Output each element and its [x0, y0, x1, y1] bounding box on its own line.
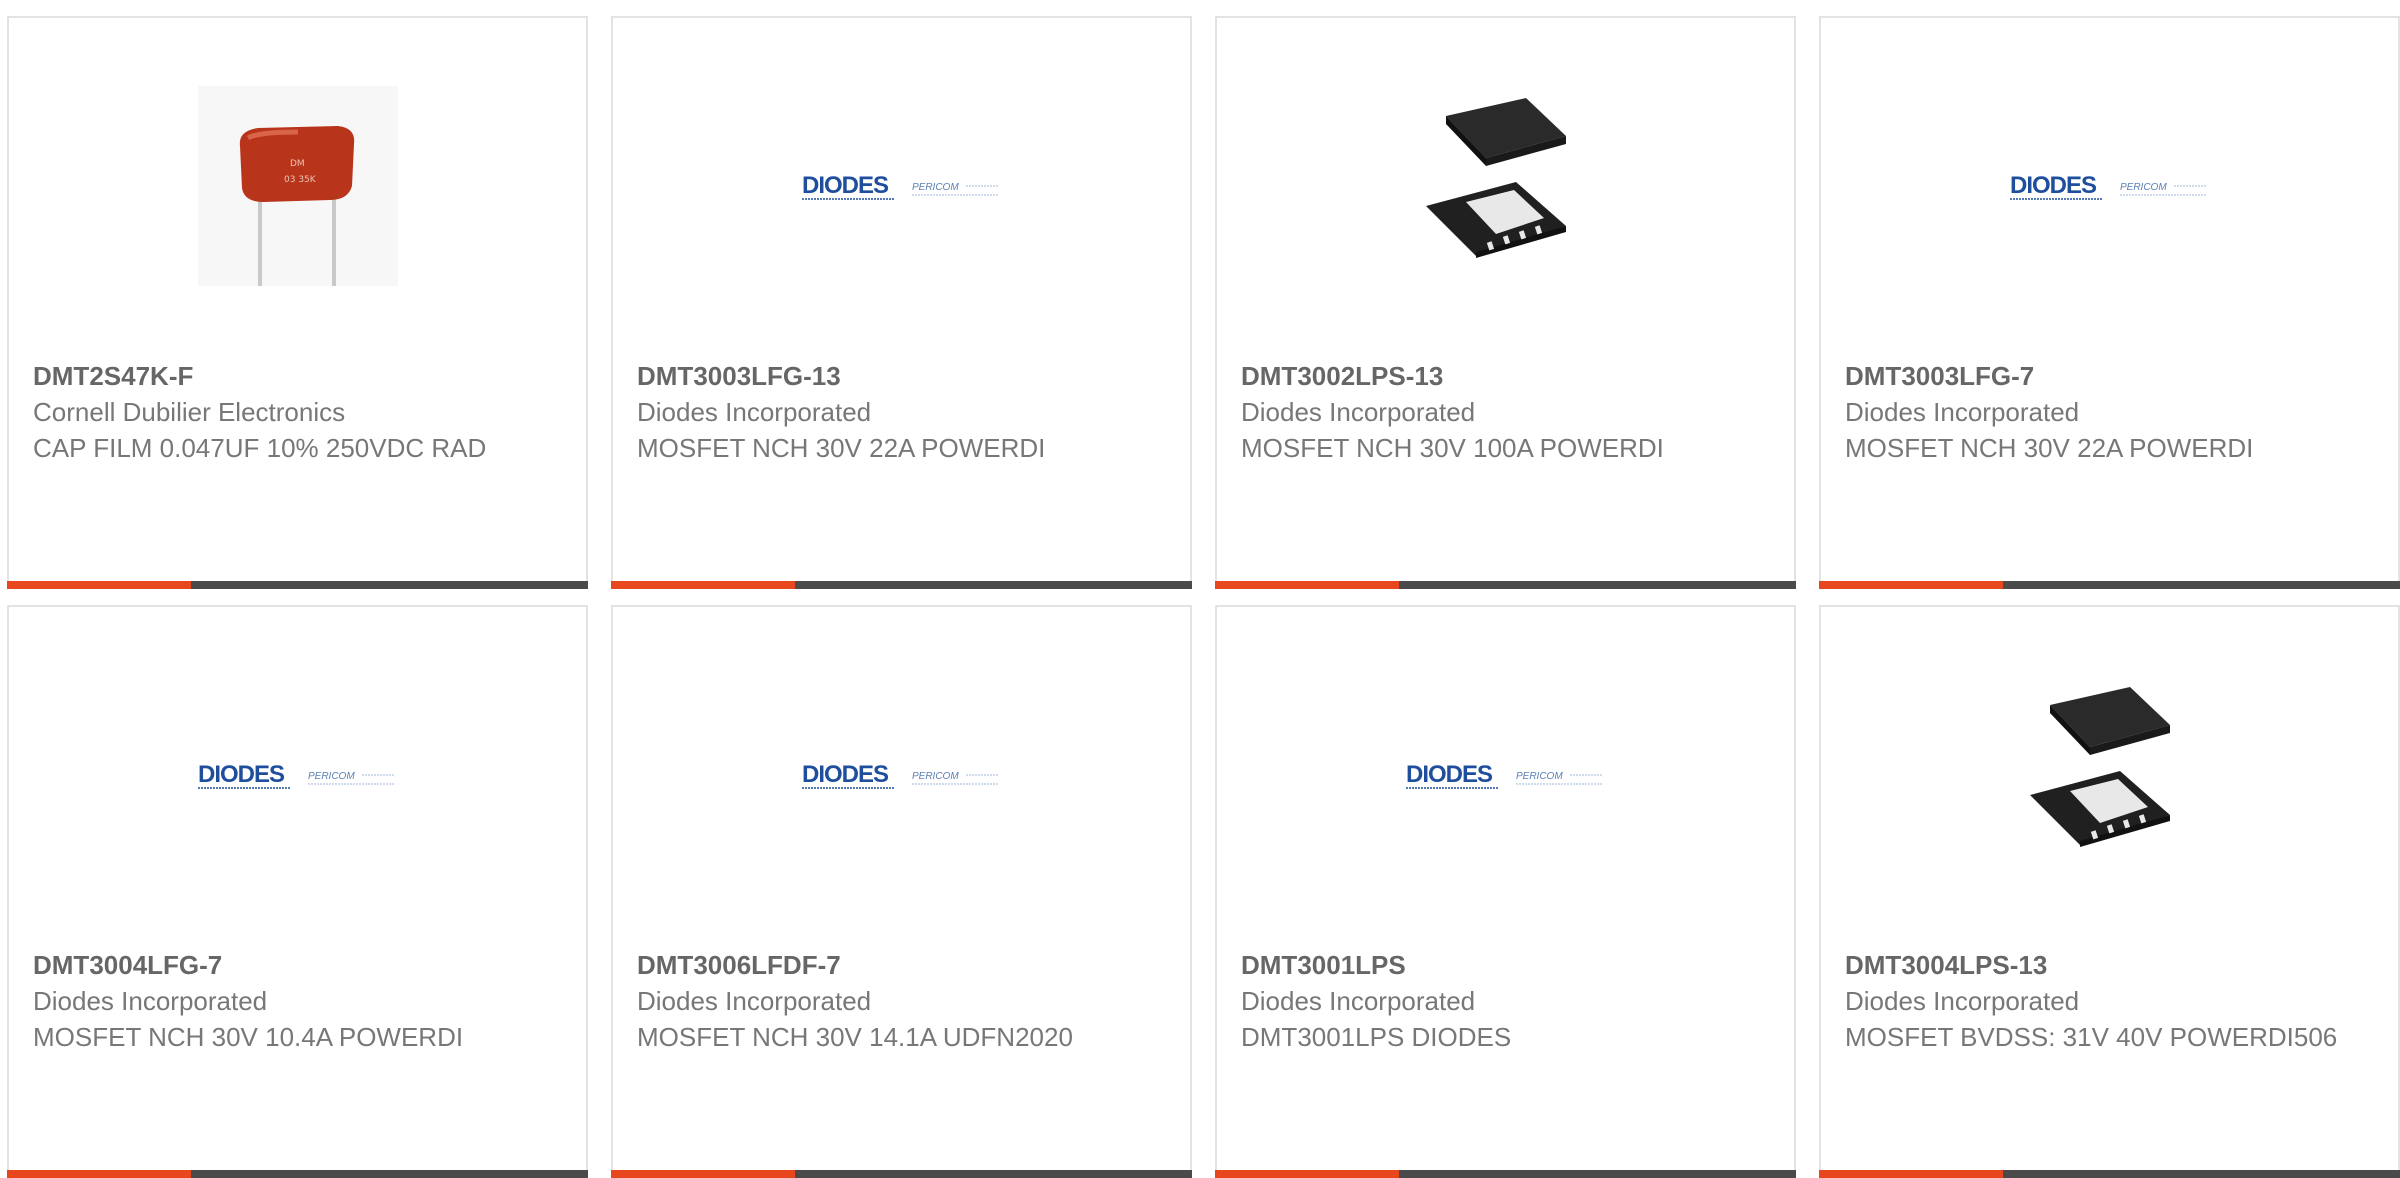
powerdi-package-image	[1406, 86, 1606, 286]
description: MOSFET BVDSS: 31V 40V POWERDI506	[1845, 1022, 2338, 1052]
part-number[interactable]: DMT3002LPS-13	[1241, 358, 1774, 394]
card-accent	[7, 1170, 191, 1178]
product-card[interactable]: DMT3002LPS-13 Diodes Incorporated MOSFET…	[1215, 16, 1796, 589]
part-number[interactable]: DMT2S47K-F	[33, 358, 566, 394]
card-accent	[7, 581, 191, 589]
part-number[interactable]: DMT3006LFDF-7	[637, 947, 1170, 983]
svg-text:PERICOM: PERICOM	[1516, 771, 1563, 782]
description: MOSFET NCH 30V 10.4A POWERDI	[33, 1022, 464, 1052]
description: DMT3001LPS DIODES	[1241, 1022, 1512, 1052]
svg-text:DIODES: DIODES	[802, 761, 889, 788]
product-card[interactable]: DMT3004LPS-13 Diodes Incorporated MOSFET…	[1819, 605, 2400, 1178]
svg-text:PERICOM: PERICOM	[2120, 182, 2167, 193]
manufacturer: Diodes Incorporated	[637, 986, 872, 1016]
manufacturer: Diodes Incorporated	[637, 397, 872, 427]
product-card[interactable]: DIODES PERICOM DMT3003LFG-7 Diodes Incor…	[1819, 16, 2400, 589]
manufacturer: Diodes Incorporated	[33, 986, 268, 1016]
product-card[interactable]: DIODES PERICOM DMT3001LPS Diodes Incorpo…	[1215, 605, 1796, 1178]
manufacturer: Cornell Dubilier Electronics	[33, 397, 346, 427]
card-accent	[1819, 581, 2003, 589]
capacitor-image: DM 03 35K	[197, 86, 398, 286]
card-bottom-bar	[611, 581, 1192, 589]
card-accent	[611, 581, 795, 589]
manufacturer: Diodes Incorporated	[1241, 986, 1476, 1016]
svg-text:PERICOM: PERICOM	[912, 771, 959, 782]
part-number[interactable]: DMT3004LPS-13	[1845, 947, 2378, 983]
diodes-pericom-logo: DIODES PERICOM	[197, 675, 398, 875]
powerdi-package-image	[2010, 675, 2210, 875]
product-card[interactable]: DIODES PERICOM DMT3004LFG-7 Diodes Incor…	[7, 605, 588, 1178]
product-grid: DM 03 35K DMT2S47K-F Cornell Dubilier El…	[0, 0, 2400, 1178]
svg-text:DIODES: DIODES	[2010, 172, 2097, 199]
svg-text:DIODES: DIODES	[1406, 761, 1493, 788]
svg-text:DM: DM	[290, 159, 305, 169]
diodes-pericom-logo: DIODES PERICOM	[1405, 675, 1606, 875]
description: MOSFET NCH 30V 14.1A UDFN2020	[637, 1022, 1073, 1052]
diodes-pericom-logo: DIODES PERICOM	[2009, 86, 2210, 286]
product-card[interactable]: DIODES PERICOM DMT3006LFDF-7 Diodes Inco…	[611, 605, 1192, 1178]
description: MOSFET NCH 30V 22A POWERDI	[1845, 433, 2254, 463]
svg-text:PERICOM: PERICOM	[308, 771, 355, 782]
part-number[interactable]: DMT3001LPS	[1241, 947, 1774, 983]
svg-text:PERICOM: PERICOM	[912, 182, 959, 193]
card-bottom-bar	[7, 581, 588, 589]
card-bottom-bar	[1215, 581, 1796, 589]
product-card[interactable]: DIODES PERICOM DMT3003LFG-13 Diodes Inco…	[611, 16, 1192, 589]
card-bottom-bar	[7, 1170, 588, 1178]
card-bottom-bar	[1819, 581, 2400, 589]
card-accent	[1215, 1170, 1399, 1178]
manufacturer: Diodes Incorporated	[1845, 986, 2080, 1016]
description: MOSFET NCH 30V 100A POWERDI	[1241, 433, 1664, 463]
part-number[interactable]: DMT3003LFG-13	[637, 358, 1170, 394]
manufacturer: Diodes Incorporated	[1241, 397, 1476, 427]
svg-text:DIODES: DIODES	[802, 172, 889, 199]
part-number[interactable]: DMT3003LFG-7	[1845, 358, 2378, 394]
card-accent	[1819, 1170, 2003, 1178]
card-bottom-bar	[1819, 1170, 2400, 1178]
diodes-pericom-logo: DIODES PERICOM	[801, 86, 1002, 286]
diodes-pericom-logo: DIODES PERICOM	[801, 675, 1002, 875]
card-bottom-bar	[611, 1170, 1192, 1178]
manufacturer: Diodes Incorporated	[1845, 397, 2080, 427]
description: MOSFET NCH 30V 22A POWERDI	[637, 433, 1046, 463]
card-accent	[1215, 581, 1399, 589]
part-number[interactable]: DMT3004LFG-7	[33, 947, 566, 983]
svg-text:03 35K: 03 35K	[284, 175, 317, 185]
description: CAP FILM 0.047UF 10% 250VDC RAD	[33, 433, 487, 463]
product-card[interactable]: DM 03 35K DMT2S47K-F Cornell Dubilier El…	[7, 16, 588, 589]
svg-text:DIODES: DIODES	[198, 761, 285, 788]
card-accent	[611, 1170, 795, 1178]
card-bottom-bar	[1215, 1170, 1796, 1178]
